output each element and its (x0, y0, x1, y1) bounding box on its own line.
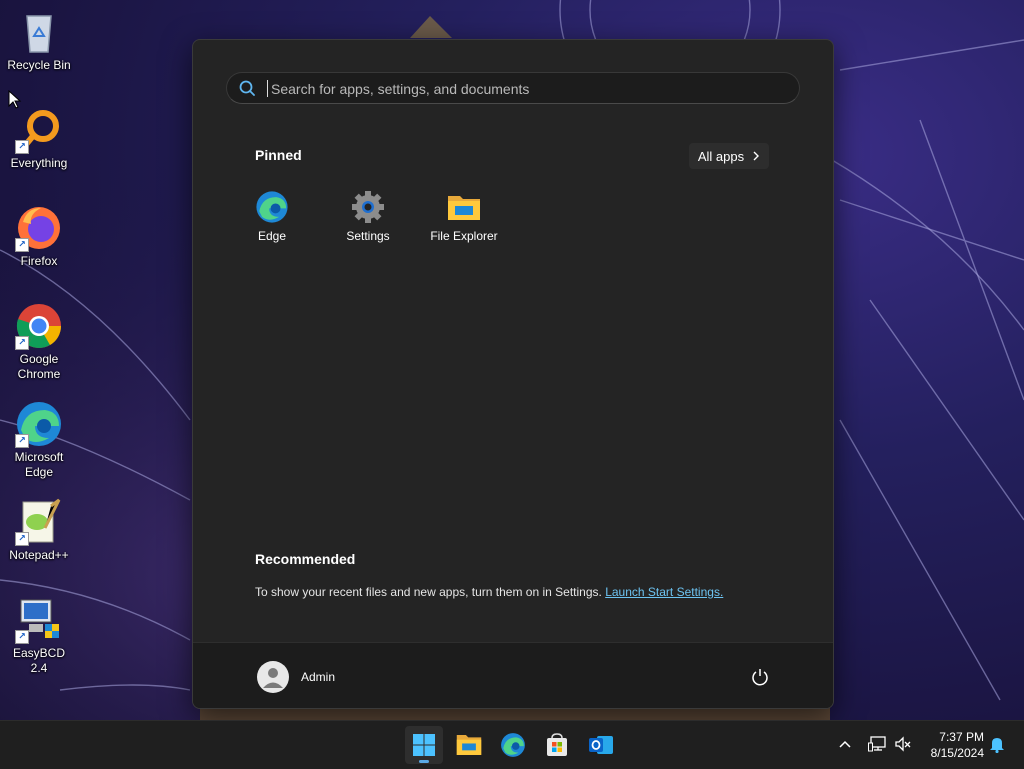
pinned-app-edge[interactable]: Edge (224, 190, 320, 243)
start-icon (413, 734, 435, 756)
show-hidden-icons-button[interactable] (834, 733, 856, 755)
gear-icon (351, 190, 385, 224)
volume-button[interactable] (892, 733, 914, 755)
chevron-right-icon (752, 149, 760, 164)
file-explorer-icon (456, 735, 482, 755)
pinned-heading: Pinned (255, 147, 302, 163)
taskbar-edge[interactable] (494, 726, 532, 764)
clock-date: 8/15/2024 (930, 746, 984, 760)
user-avatar-icon[interactable] (257, 661, 289, 693)
desktop-icon-label: EasyBCD 2.4 (12, 646, 65, 675)
notifications-button[interactable] (986, 733, 1008, 755)
volume-muted-icon (895, 736, 911, 752)
edge-icon (255, 190, 289, 224)
chrome-icon: ↗ (15, 302, 63, 350)
recommended-heading: Recommended (255, 551, 356, 567)
desktop-icon-label: Microsoft Edge (14, 450, 64, 479)
text-caret (267, 80, 268, 97)
search-icon (239, 80, 255, 101)
network-icon (868, 736, 886, 752)
recommended-message: To show your recent files and new apps, … (255, 585, 723, 599)
outlook-icon (589, 736, 613, 754)
firefox-icon: ↗ (15, 204, 63, 252)
desktop-icon-google-chrome[interactable]: ↗ Google Chrome (4, 302, 74, 382)
all-apps-label: All apps (697, 148, 745, 164)
pinned-app-label: Settings (346, 229, 390, 243)
recommended-text: To show your recent files and new apps, … (255, 585, 602, 599)
taskbar-clock[interactable]: 7:37 PM 8/15/2024 (920, 729, 984, 761)
power-icon (752, 669, 768, 686)
shortcut-arrow-icon: ↗ (15, 140, 29, 154)
start-user-bar: Admin (193, 642, 833, 708)
desktop-icon-microsoft-edge[interactable]: ↗ Microsoft Edge (4, 400, 74, 480)
desktop-icon-easybcd[interactable]: ↗ EasyBCD 2.4 (4, 596, 74, 676)
shortcut-arrow-icon: ↗ (15, 238, 29, 252)
launch-start-settings-link[interactable]: Launch Start Settings. (605, 585, 723, 599)
pinned-app-file-explorer[interactable]: File Explorer (416, 190, 512, 243)
pinned-app-settings[interactable]: Settings (320, 190, 416, 243)
microsoft-store-icon (547, 733, 567, 756)
desktop-icon-label: Firefox (20, 254, 58, 268)
edge-icon (501, 733, 525, 757)
taskbar-microsoft-store[interactable] (538, 726, 576, 764)
search-input[interactable] (269, 77, 773, 101)
notification-bell-icon (990, 738, 1004, 753)
desktop-icon-recycle-bin[interactable]: Recycle Bin (4, 8, 74, 73)
start-menu: Pinned All apps Edge Settings File Explo… (192, 39, 834, 709)
folder-icon (447, 190, 481, 224)
chevron-up-icon (839, 740, 851, 748)
clock-time: 7:37 PM (939, 730, 984, 744)
all-apps-button[interactable]: All apps (689, 143, 769, 169)
start-search-box[interactable] (226, 72, 800, 104)
taskbar-file-explorer[interactable] (450, 726, 488, 764)
shortcut-arrow-icon: ↗ (15, 434, 29, 448)
desktop-icon-label: Everything (10, 156, 68, 170)
taskbar-outlook[interactable] (582, 726, 620, 764)
magnifier-icon: ↗ (15, 106, 63, 154)
recycle-bin-icon (15, 8, 63, 56)
desktop-icon-everything[interactable]: ↗ Everything (4, 106, 74, 171)
desktop-icon-firefox[interactable]: ↗ Firefox (4, 204, 74, 269)
start-button[interactable] (405, 726, 443, 764)
user-name[interactable]: Admin (301, 670, 335, 684)
desktop-icon-notepadpp[interactable]: ↗ Notepad++ (4, 498, 74, 563)
desktop-icon-label: Notepad++ (9, 548, 69, 562)
desktop-icon-label: Google Chrome (17, 352, 61, 381)
notepadpp-icon: ↗ (15, 498, 63, 546)
power-button[interactable] (749, 666, 771, 688)
pinned-app-label: File Explorer (430, 229, 498, 243)
desktop-icon-label: Recycle Bin (7, 58, 71, 72)
pinned-app-label: Edge (257, 229, 287, 243)
shortcut-arrow-icon: ↗ (15, 336, 29, 350)
shortcut-arrow-icon: ↗ (15, 532, 29, 546)
taskbar: 7:37 PM 8/15/2024 (0, 720, 1024, 769)
network-status-button[interactable] (866, 733, 888, 755)
easybcd-icon: ↗ (15, 596, 63, 644)
edge-icon: ↗ (15, 400, 63, 448)
shortcut-arrow-icon: ↗ (15, 630, 29, 644)
